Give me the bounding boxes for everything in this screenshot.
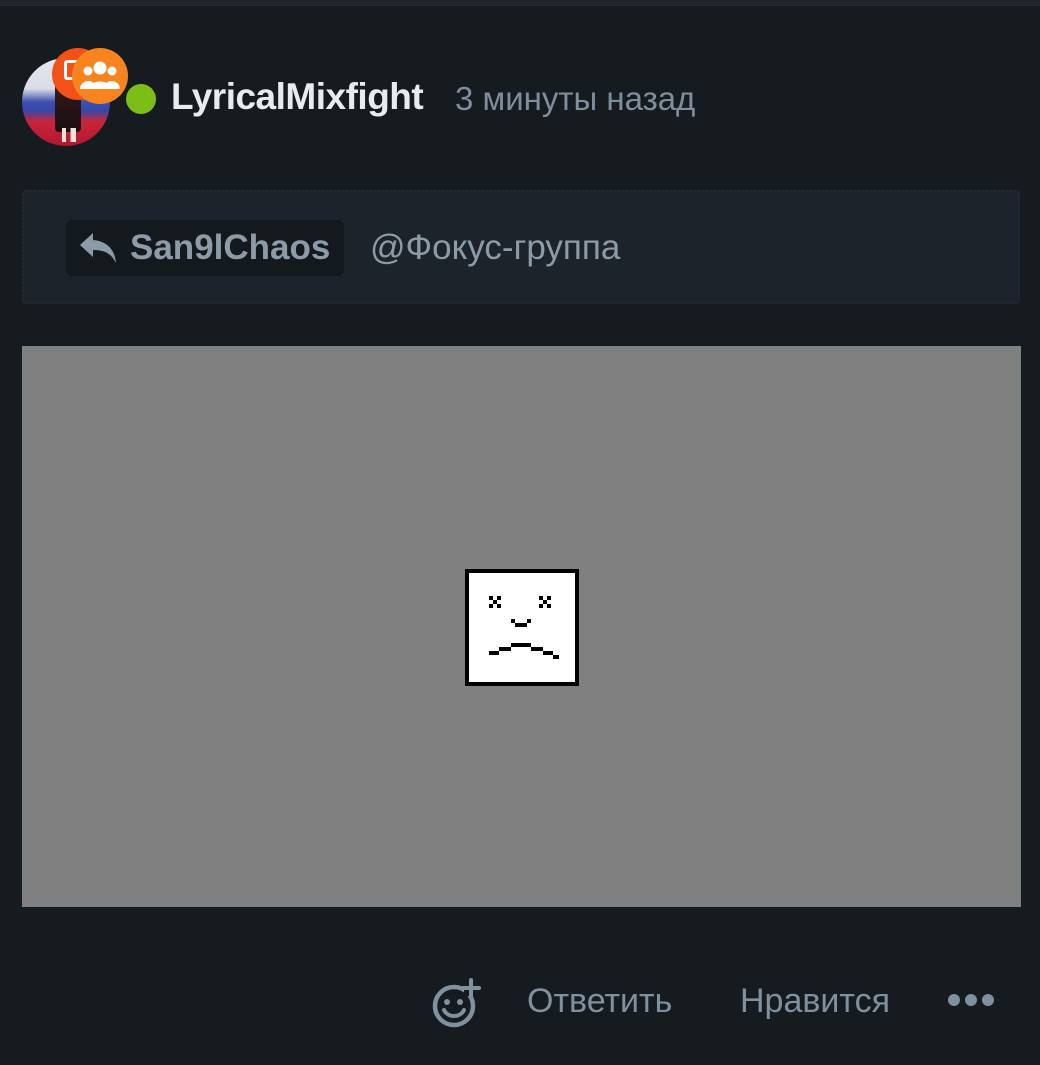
dot bbox=[948, 994, 960, 1006]
reply-reference: San9lChaos @Фокус-группа bbox=[22, 190, 1020, 304]
reply-group-mention[interactable]: @Фокус-группа bbox=[370, 228, 620, 268]
dot bbox=[965, 994, 977, 1006]
post-view: LyricalMixfight 3 минуты назад San9lChao… bbox=[0, 0, 1040, 1065]
more-dots-icon[interactable] bbox=[948, 990, 994, 1010]
broken-image-icon bbox=[465, 569, 579, 686]
post-image[interactable] bbox=[22, 346, 1021, 907]
group-badge-icon bbox=[72, 48, 128, 104]
reply-button[interactable]: Ответить bbox=[527, 982, 672, 1021]
reply-to-username: San9lChaos bbox=[130, 228, 331, 267]
post-timestamp[interactable]: 3 минуты назад bbox=[455, 80, 695, 118]
reply-arrow-icon bbox=[80, 233, 116, 263]
top-divider bbox=[0, 0, 1040, 6]
users-icon bbox=[80, 61, 120, 89]
post-actions: Ответить Нравится bbox=[0, 972, 1040, 1032]
reply-to-chip[interactable]: San9lChaos bbox=[66, 220, 345, 276]
avatar-legs bbox=[62, 128, 76, 142]
dot bbox=[982, 994, 994, 1006]
like-button[interactable]: Нравится bbox=[740, 982, 890, 1021]
online-status-indicator bbox=[126, 84, 156, 114]
author-name[interactable]: LyricalMixfight bbox=[171, 76, 424, 118]
emoji-add-icon[interactable] bbox=[430, 978, 482, 1030]
